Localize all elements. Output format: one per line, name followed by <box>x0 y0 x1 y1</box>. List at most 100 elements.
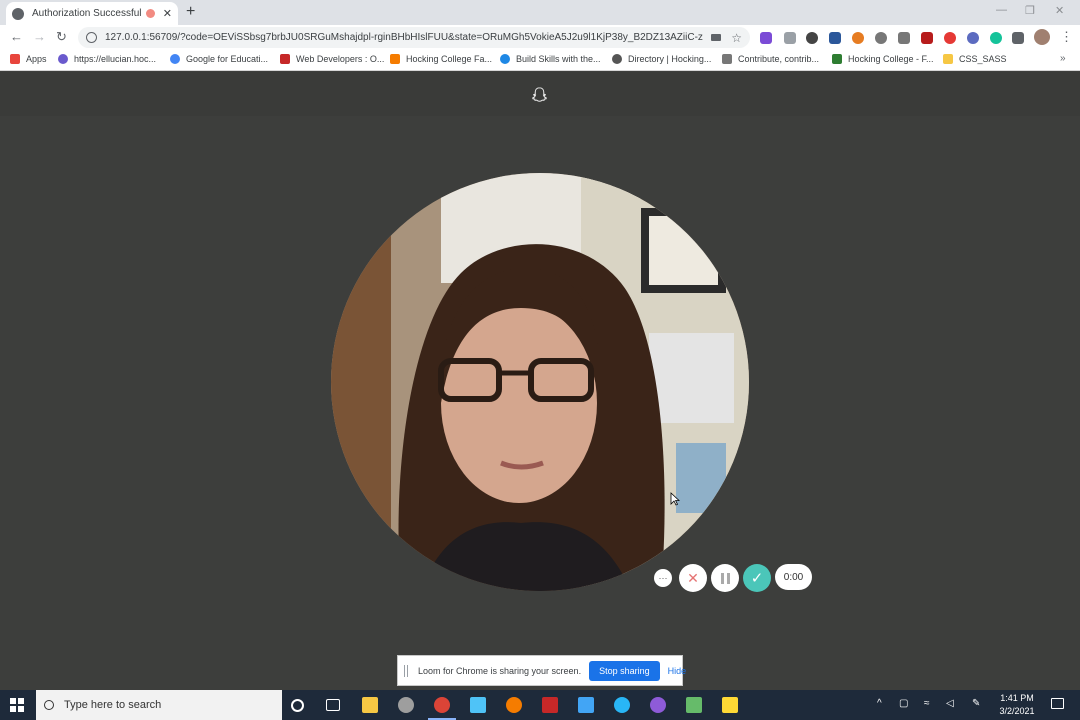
url-text: 127.0.0.1:56709/?code=OEViSSbsg7brbJU0SR… <box>105 32 704 43</box>
extension-icon[interactable] <box>784 32 796 44</box>
taskbar-app-icon[interactable] <box>614 697 630 713</box>
snap-camera-icon[interactable] <box>722 697 738 713</box>
more-options-button[interactable]: ··· <box>654 569 672 587</box>
google-icon <box>170 54 180 64</box>
cortana-icon[interactable] <box>291 699 304 712</box>
extension-icon[interactable] <box>944 32 956 44</box>
extension-icon[interactable] <box>967 32 979 44</box>
camera-preview[interactable] <box>331 173 749 591</box>
bookmark-item[interactable]: Hocking College - F... <box>832 54 934 64</box>
taskbar-app-icon[interactable] <box>542 697 558 713</box>
hide-button[interactable]: Hide <box>668 666 687 676</box>
pause-recording-button[interactable] <box>711 564 739 592</box>
avatar[interactable] <box>1034 29 1050 45</box>
tab-title: Authorization Successful <box>32 8 142 19</box>
share-message: Loom for Chrome is sharing your screen. <box>418 665 582 676</box>
tab-close-button[interactable]: ✕ <box>163 7 172 20</box>
chrome-icon[interactable] <box>434 697 450 713</box>
word-extension-icon[interactable] <box>829 32 841 44</box>
bookmark-item[interactable]: Build Skills with the... <box>500 54 601 64</box>
bookmark-item[interactable]: Apps <box>10 54 47 64</box>
bookmark-item[interactable]: Contribute, contrib... <box>722 54 819 64</box>
task-view-icon[interactable] <box>326 699 340 711</box>
bookmark-favicon-icon <box>500 54 510 64</box>
taskbar-app-icon[interactable] <box>398 697 414 713</box>
clock-time: 1:41 PM <box>1000 693 1034 703</box>
taskbar-app-icon[interactable] <box>686 697 702 713</box>
reload-button[interactable]: ↻ <box>56 29 67 45</box>
globe-icon <box>12 7 24 20</box>
drag-handle-icon[interactable] <box>404 664 408 677</box>
screen-share-notification: Loom for Chrome is sharing your screen. … <box>397 655 686 686</box>
recording-indicator-icon <box>145 9 155 18</box>
blogger-icon <box>390 54 400 64</box>
apps-grid-icon <box>10 54 20 64</box>
snapchat-ghost-icon <box>532 87 547 102</box>
bookmark-label: Google for Educati... <box>186 54 269 64</box>
mouse-cursor-icon <box>670 492 680 506</box>
bookmark-label: Directory | Hocking... <box>628 54 712 64</box>
volume-icon[interactable]: ◁ <box>946 698 954 709</box>
github-icon[interactable] <box>650 697 666 713</box>
forward-button[interactable]: → <box>33 29 46 44</box>
bookmark-item[interactable]: Directory | Hocking... <box>612 54 711 64</box>
window-close-button[interactable]: ✕ <box>1055 4 1064 17</box>
extension-icon[interactable] <box>760 32 772 44</box>
wifi-icon[interactable]: ≈ <box>924 698 930 709</box>
extension-icon[interactable] <box>921 32 933 44</box>
puzzle-icon[interactable] <box>1012 32 1024 44</box>
bookmark-label: Contribute, contrib... <box>738 54 820 64</box>
taskbar-app-icon[interactable] <box>470 697 486 713</box>
download-extension-icon[interactable] <box>898 32 910 44</box>
address-bar[interactable]: 127.0.0.1:56709/?code=OEViSSbsg7brbJU0SR… <box>78 27 750 48</box>
windows-start-icon[interactable] <box>10 698 24 712</box>
bookmark-item[interactable]: Hocking College Fa... <box>390 54 492 64</box>
clock-date: 3/2/2021 <box>999 706 1035 716</box>
stop-sharing-button[interactable]: Stop sharing <box>589 660 660 681</box>
globe-icon <box>612 54 622 64</box>
blender-icon[interactable] <box>506 697 522 713</box>
bookmark-favicon-icon <box>58 54 68 64</box>
webcam-feed-image <box>331 173 749 591</box>
tray-overflow-icon[interactable]: ^ <box>877 698 882 709</box>
tab-authorization[interactable]: Authorization Successful ✕ <box>6 2 178 25</box>
bookmark-favicon-icon <box>832 54 842 64</box>
bookmark-item[interactable]: https://ellucian.hoc... <box>58 54 156 64</box>
bookmark-star-icon[interactable]: ☆ <box>731 31 742 45</box>
star-favicon-icon <box>280 54 290 64</box>
extension-icon[interactable] <box>852 32 864 44</box>
bookmark-item[interactable]: Google for Educati... <box>170 54 268 64</box>
pen-icon[interactable]: ✎ <box>972 698 980 709</box>
search-placeholder: Type here to search <box>64 699 162 711</box>
taskbar-clock[interactable]: 1:41 PM 3/2/2021 <box>994 692 1040 718</box>
file-explorer-icon[interactable] <box>362 697 378 713</box>
finish-recording-button[interactable]: ✓ <box>743 564 771 592</box>
browser-menu-icon[interactable]: ⋮ <box>1060 29 1073 45</box>
back-button[interactable]: ← <box>10 29 23 44</box>
camera-in-use-icon[interactable] <box>711 34 722 41</box>
new-tab-button[interactable]: + <box>186 3 195 21</box>
notification-center-icon[interactable] <box>1051 698 1064 709</box>
minimize-button[interactable]: — <box>996 4 1007 16</box>
extension-icon[interactable] <box>875 32 887 44</box>
maximize-button[interactable]: ❐ <box>1025 4 1035 17</box>
bookmark-item[interactable]: Web Developers : O... <box>280 54 384 64</box>
grammarly-extension-icon[interactable] <box>990 32 1002 44</box>
bookmark-label: https://ellucian.hoc... <box>74 54 157 64</box>
pause-icon <box>726 572 730 584</box>
bookmark-item[interactable]: CSS_SASS <box>943 54 1007 64</box>
tab-strip: Authorization Successful ✕ + — ❐ ✕ <box>0 0 1080 25</box>
cancel-recording-button[interactable]: ✕ <box>679 564 707 592</box>
site-info-icon[interactable] <box>86 32 97 43</box>
browser-toolbar: ← → ↻ 127.0.0.1:56709/?code=OEViSSbsg7br… <box>0 25 1080 50</box>
bookmarks-overflow-button[interactable]: » <box>1060 53 1066 64</box>
home-icon <box>722 54 732 64</box>
taskbar-search-input[interactable]: Type here to search <box>36 690 282 720</box>
tray-app-icon[interactable]: ▢ <box>899 698 908 709</box>
bookmark-label: Hocking College - F... <box>848 54 934 64</box>
mail-icon[interactable] <box>578 697 594 713</box>
extension-icon[interactable] <box>806 32 818 44</box>
bookmarks-bar: Apps https://ellucian.hoc... Google for … <box>0 50 1080 71</box>
pause-icon <box>720 572 724 584</box>
search-icon <box>44 700 54 710</box>
